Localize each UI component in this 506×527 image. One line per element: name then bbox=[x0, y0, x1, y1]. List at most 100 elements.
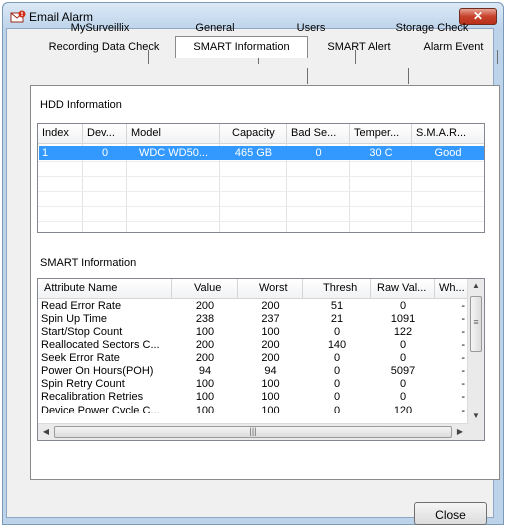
smart-thresh-cell: 0 bbox=[333, 378, 341, 390]
smart-when-failed-cell: - bbox=[461, 405, 465, 413]
smart-information-label: SMART Information bbox=[40, 257, 137, 269]
hdd-temperature-cell: 30 C bbox=[369, 147, 393, 159]
smart-attribute-cell: Reallocated Sectors C... bbox=[41, 339, 160, 351]
close-button[interactable]: Close bbox=[414, 502, 487, 525]
hdd-capacity-cell: 465 GB bbox=[234, 147, 273, 159]
smart-worst-cell: 100 bbox=[261, 391, 280, 403]
smart-raw-value-cell: 0 bbox=[399, 391, 407, 403]
tab-smart-information[interactable]: SMART Information bbox=[175, 36, 308, 58]
hdd-bad-sectors-cell: 0 bbox=[315, 147, 322, 159]
tab-separator bbox=[497, 50, 498, 64]
hdd-list-header: Index Dev... Model Capacity Bad Se... Te… bbox=[38, 124, 484, 144]
column-header-attribute-name[interactable]: Attribute Name bbox=[38, 279, 172, 298]
smart-attribute-cell: Recalibration Retries bbox=[41, 391, 144, 403]
smart-thresh-cell: 0 bbox=[333, 326, 341, 338]
hdd-smart-status-cell: Good bbox=[434, 147, 462, 159]
tab-smart-alert[interactable]: SMART Alert bbox=[310, 39, 408, 57]
tab-separator bbox=[307, 68, 308, 84]
smart-when-failed-cell: - bbox=[461, 365, 465, 377]
smart-raw-value-cell: 1091 bbox=[390, 313, 416, 325]
smart-horizontal-scrollbar[interactable]: ◀ ||| ▶ bbox=[38, 423, 468, 440]
smart-thresh-cell: 21 bbox=[330, 313, 344, 325]
hdd-model-cell: WDC WD50... bbox=[138, 147, 209, 159]
smart-thresh-cell: 51 bbox=[330, 300, 344, 312]
smart-when-failed-cell: - bbox=[461, 378, 465, 390]
hdd-list[interactable]: Index Dev... Model Capacity Bad Se... Te… bbox=[37, 123, 485, 233]
smart-when-failed-cell: - bbox=[461, 300, 465, 312]
tab-recording-data-check[interactable]: Recording Data Check bbox=[33, 39, 175, 57]
column-header-thresh[interactable]: Thresh bbox=[303, 279, 371, 298]
smart-thresh-cell: 140 bbox=[327, 339, 347, 351]
column-header-value[interactable]: Value bbox=[172, 279, 238, 298]
smart-thresh-cell: 0 bbox=[333, 352, 341, 364]
smart-raw-value-cell: 0 bbox=[399, 352, 407, 364]
scroll-grip-icon: ≡ bbox=[473, 317, 479, 327]
table-row[interactable]: 1 0 WDC WD50... 465 GB 0 30 C Good bbox=[39, 146, 484, 160]
column-header-capacity[interactable]: Capacity bbox=[220, 124, 287, 143]
smart-value-cell: 100 bbox=[195, 391, 215, 403]
smart-attribute-cell: Device Power Cycle C... bbox=[41, 405, 160, 413]
column-header-smart-status[interactable]: S.M.A.R... bbox=[412, 124, 484, 143]
smart-value-cell: 238 bbox=[195, 313, 215, 325]
email-alarm-icon bbox=[10, 10, 26, 23]
smart-worst-cell: 100 bbox=[261, 326, 280, 338]
smart-attribute-cell: Read Error Rate bbox=[41, 300, 122, 312]
hdd-device-cell: 0 bbox=[101, 147, 109, 159]
grid-line bbox=[38, 221, 484, 222]
grid-line bbox=[38, 176, 484, 177]
vertical-scroll-thumb[interactable]: ≡ bbox=[470, 296, 482, 352]
smart-when-failed-cell: - bbox=[461, 352, 465, 364]
tab-storage-check[interactable]: Storage Check bbox=[367, 20, 497, 38]
smart-raw-value-cell: 5097 bbox=[390, 365, 416, 377]
smart-when-failed-cell: - bbox=[461, 326, 465, 338]
hdd-index-cell: 1 bbox=[42, 147, 49, 159]
smart-list[interactable]: Attribute Name Value Worst Thresh Raw Va… bbox=[37, 278, 485, 441]
column-header-when-failed[interactable]: Wh... bbox=[435, 279, 470, 298]
column-header-raw-value[interactable]: Raw Val... bbox=[371, 279, 435, 298]
smart-when-failed-cell: - bbox=[461, 313, 465, 325]
tab-separator bbox=[408, 68, 409, 84]
smart-when-failed-cell: - bbox=[461, 391, 465, 403]
smart-raw-value-cell: 0 bbox=[399, 378, 407, 390]
horizontal-scroll-thumb[interactable]: ||| bbox=[54, 426, 452, 438]
smart-worst-cell: 100 bbox=[261, 378, 280, 390]
smart-thresh-cell: 0 bbox=[333, 405, 341, 413]
grid-line bbox=[38, 206, 484, 207]
scrollbar-corner bbox=[468, 424, 484, 440]
smart-vertical-scrollbar[interactable]: ▲ ≡ ▼ bbox=[467, 279, 484, 425]
smart-worst-cell: 94 bbox=[264, 365, 277, 377]
column-header-model[interactable]: Model bbox=[127, 124, 220, 143]
smart-value-cell: 100 bbox=[195, 405, 215, 413]
smart-attribute-cell: Power On Hours(POH) bbox=[41, 365, 154, 377]
smart-attribute-cell: Seek Error Rate bbox=[41, 352, 120, 364]
smart-worst-cell: 200 bbox=[261, 339, 280, 351]
scroll-grip-icon: ||| bbox=[249, 426, 257, 436]
smart-attribute-cell: Start/Stop Count bbox=[41, 326, 123, 338]
scroll-left-arrow-icon[interactable]: ◀ bbox=[41, 427, 51, 436]
tab-mysurveillix[interactable]: MySurveillix bbox=[52, 20, 148, 38]
smart-worst-cell: 237 bbox=[261, 313, 280, 325]
tab-alarm-event[interactable]: Alarm Event bbox=[410, 39, 497, 57]
scroll-down-arrow-icon[interactable]: ▼ bbox=[468, 411, 484, 420]
smart-worst-cell: 200 bbox=[261, 300, 280, 312]
smart-raw-value-cell: 122 bbox=[393, 326, 413, 338]
scroll-right-arrow-icon[interactable]: ▶ bbox=[455, 427, 465, 436]
smart-attribute-cell: Spin Retry Count bbox=[41, 378, 125, 390]
smart-value-cell: 100 bbox=[195, 378, 215, 390]
smart-raw-value-cell: 120 bbox=[393, 405, 413, 413]
smart-list-header: Attribute Name Value Worst Thresh Raw Va… bbox=[38, 279, 468, 299]
smart-worst-cell: 200 bbox=[261, 352, 280, 364]
grid-line bbox=[38, 191, 484, 192]
smart-value-cell: 200 bbox=[195, 339, 215, 351]
scroll-up-arrow-icon[interactable]: ▲ bbox=[468, 281, 484, 290]
smart-value-cell: 100 bbox=[195, 326, 215, 338]
smart-raw-value-cell: 0 bbox=[399, 339, 407, 351]
column-header-index[interactable]: Index bbox=[38, 124, 83, 143]
column-header-worst[interactable]: Worst bbox=[238, 279, 303, 298]
smart-when-failed-cell: - bbox=[461, 339, 465, 351]
column-header-temperature[interactable]: Temper... bbox=[350, 124, 412, 143]
column-header-bad-sectors[interactable]: Bad Se... bbox=[287, 124, 350, 143]
column-header-device[interactable]: Dev... bbox=[83, 124, 127, 143]
smart-raw-value-cell: 0 bbox=[399, 300, 407, 312]
hdd-information-label: HDD Information bbox=[40, 99, 122, 111]
